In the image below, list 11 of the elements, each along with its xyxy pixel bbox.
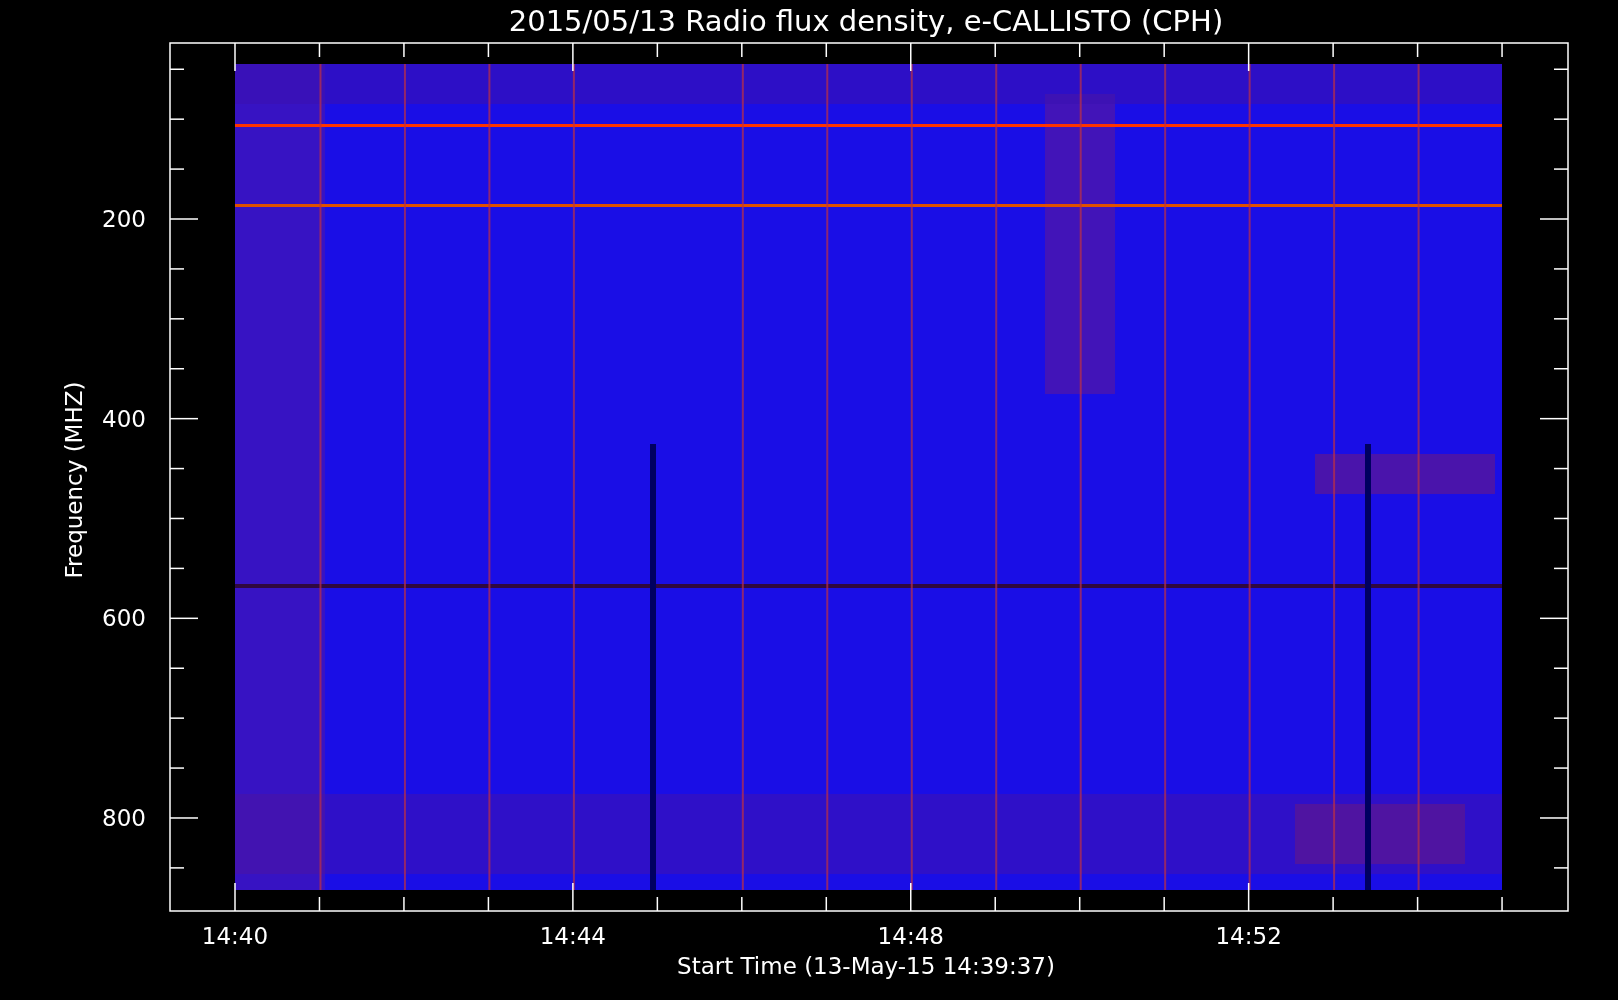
x-tick-label: 14:48 bbox=[877, 923, 944, 949]
x-tick-label: 14:52 bbox=[1215, 923, 1282, 949]
y-axis-label: Frequency (MHZ) bbox=[61, 381, 87, 579]
x-tick-label: 14:44 bbox=[539, 923, 607, 949]
chart-title: 2015/05/13 Radio flux density, e-CALLISTO (CPH) bbox=[508, 4, 1224, 38]
y-tick-label: 200 bbox=[102, 206, 146, 232]
y-tick-label: 600 bbox=[102, 605, 146, 632]
x-tick-label: 14:40 bbox=[201, 923, 269, 949]
y-tick-label: 800 bbox=[102, 805, 146, 831]
y-tick-label: 400 bbox=[102, 405, 146, 432]
x-axis-label: Start Time (13-May-15 14:39:37) bbox=[677, 953, 1055, 979]
